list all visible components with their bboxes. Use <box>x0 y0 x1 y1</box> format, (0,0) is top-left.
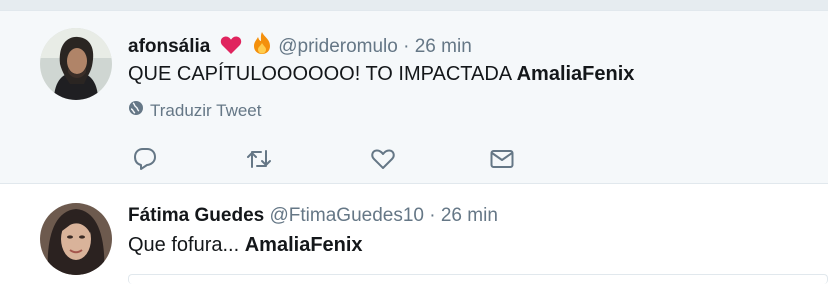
tweet-header: afonsália @prideromulo · 26 min <box>128 31 472 61</box>
timestamp[interactable]: 26 min <box>415 36 472 57</box>
author-name[interactable]: Fátima Guedes <box>128 205 264 226</box>
like-icon[interactable] <box>370 146 396 172</box>
globe-icon <box>128 100 144 121</box>
retweet-icon[interactable] <box>246 146 272 172</box>
translate-tweet-link[interactable]: Traduzir Tweet <box>128 100 262 121</box>
translate-label: Traduzir Tweet <box>150 100 262 120</box>
tweet-text: Que fofura... AmaliaFenix <box>128 234 363 257</box>
tweet-text-body: QUE CAPÍTULOOOOOO! TO IMPACTADA <box>128 63 517 85</box>
separator-dot: · <box>429 205 436 226</box>
direct-message-icon[interactable] <box>489 146 515 172</box>
avatar[interactable] <box>40 28 112 100</box>
tweet-item[interactable]: Fátima Guedes @FtimaGuedes10 · 26 min Qu… <box>0 185 828 281</box>
avatar[interactable] <box>40 203 112 275</box>
quoted-tweet-card[interactable] <box>128 274 828 284</box>
tweet-text: QUE CAPÍTULOOOOOO! TO IMPACTADA AmaliaFe… <box>128 63 634 86</box>
timeline-top-divider <box>0 0 828 11</box>
tweet-header: Fátima Guedes @FtimaGuedes10 · 26 min <box>128 205 498 227</box>
red-heart-icon <box>220 35 242 61</box>
tweet-item[interactable]: afonsália @prideromulo · 26 min QUE CAPÍ… <box>0 11 828 184</box>
timestamp[interactable]: 26 min <box>441 205 498 226</box>
author-name[interactable]: afonsália <box>128 36 210 57</box>
tweet-text-body: Que fofura... <box>128 234 245 256</box>
author-handle[interactable]: @prideromulo <box>278 36 398 57</box>
reply-icon[interactable] <box>132 146 158 172</box>
tweet-actions <box>128 146 528 172</box>
mention-link[interactable]: AmaliaFenix <box>517 63 635 85</box>
mention-link[interactable]: AmaliaFenix <box>245 234 363 256</box>
author-handle[interactable]: @FtimaGuedes10 <box>270 205 424 226</box>
fire-icon <box>251 31 273 61</box>
separator-dot: · <box>403 36 410 57</box>
